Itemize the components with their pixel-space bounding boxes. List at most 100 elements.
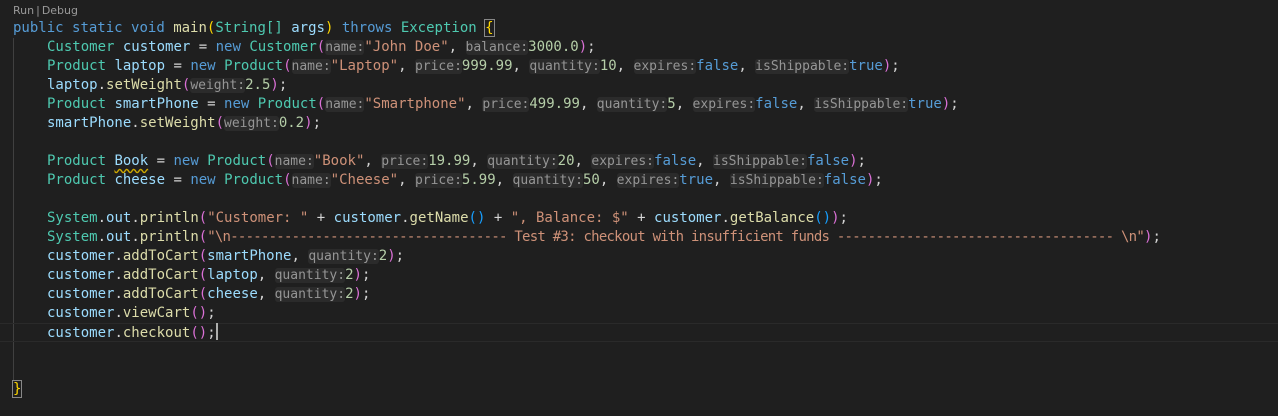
variable: customer: [333, 210, 402, 226]
warning-variable[interactable]: Book: [114, 153, 148, 169]
number-literal: 5: [667, 96, 676, 112]
paren: ): [270, 77, 279, 93]
paren: (: [316, 39, 326, 55]
semicolon: ;: [207, 325, 216, 341]
code-line-15[interactable]: customer.addToCart(cheese, quantity:2);: [47, 285, 370, 304]
number-literal: 5.99: [461, 172, 496, 188]
paren: ): [578, 39, 588, 55]
string-literal: "\n------------------------------------ …: [207, 229, 1145, 245]
dot: .: [97, 210, 107, 226]
method-name: println: [139, 210, 199, 226]
type-name: Product: [207, 153, 267, 169]
code-line-6[interactable]: smartPhone.setWeight(weight:0.2);: [47, 114, 321, 133]
type-name: Customer: [249, 39, 317, 55]
comma: ,: [713, 172, 730, 188]
param-hint: quantity:: [308, 249, 379, 264]
comma: ,: [291, 248, 309, 264]
param-hint: name:: [274, 154, 314, 169]
paren: ): [304, 115, 313, 131]
type-name: String[]: [215, 20, 283, 36]
paren: ): [387, 248, 396, 264]
code-line-20[interactable]: }: [11, 380, 23, 399]
paren: ): [353, 286, 362, 302]
dot: .: [114, 267, 123, 283]
semicolon: ;: [207, 305, 216, 321]
semicolon: ;: [839, 210, 848, 226]
paren: (: [468, 210, 477, 226]
paren: ): [822, 210, 832, 226]
string-literal: "Cheese": [330, 172, 399, 188]
operator: =: [165, 172, 191, 188]
param-hint: name:: [291, 173, 331, 188]
param-hint: isShippable:: [713, 154, 807, 169]
type-name: Product: [47, 172, 107, 188]
keyword: new: [224, 96, 250, 112]
param-hint: quantity:: [596, 97, 668, 112]
code-editor[interactable]: Run | Debug public static void main(String…: [0, 0, 1278, 416]
method-name: checkout: [122, 325, 191, 341]
semicolon: ;: [361, 286, 371, 302]
code-line-12[interactable]: System.out.println("\n------------------…: [47, 228, 1161, 247]
method-name: getName: [409, 210, 469, 226]
paren: (: [198, 286, 208, 302]
method-name: addToCart: [122, 286, 199, 302]
comma: ,: [364, 153, 382, 169]
keyword: new: [190, 58, 216, 74]
variable: smartPhone: [114, 96, 199, 112]
method-name: viewCart: [122, 305, 191, 321]
paren: ): [941, 96, 951, 112]
run-codelens-link[interactable]: Run: [13, 4, 34, 17]
comma: ,: [616, 58, 634, 74]
code-line-9[interactable]: Product cheese = new Product(name:"Chees…: [47, 171, 883, 190]
paren: ): [198, 305, 208, 321]
number-literal: 2: [345, 286, 354, 302]
paren: ): [849, 153, 858, 169]
operator: +: [628, 210, 655, 226]
code-line-16[interactable]: customer.viewCart();: [47, 304, 216, 323]
param-hint: quantity:: [487, 154, 558, 169]
paren: (: [198, 267, 208, 283]
code-line-5[interactable]: Product smartPhone = new Product(name:"S…: [47, 95, 959, 114]
code-line-14[interactable]: customer.addToCart(laptop, quantity:2);: [47, 266, 370, 285]
text-cursor: [215, 323, 218, 340]
variable: smartPhone: [47, 115, 132, 131]
operator: =: [165, 58, 191, 74]
method-name: addToCart: [122, 248, 199, 264]
operator: +: [308, 210, 334, 226]
type-name: Product: [257, 96, 317, 112]
param-hint: price:: [482, 97, 530, 112]
param-hint: name:: [325, 97, 365, 112]
param-name: args: [291, 20, 325, 36]
code-line-13[interactable]: customer.addToCart(smartPhone, quantity:…: [47, 247, 404, 266]
semicolon: ;: [891, 58, 900, 74]
matched-brace: }: [11, 380, 23, 398]
param-hint: price:: [414, 59, 462, 74]
param-hint: quantity:: [274, 268, 346, 283]
keyword: throws: [341, 20, 393, 36]
code-line-2[interactable]: Customer customer = new Customer(name:"J…: [47, 38, 596, 57]
variable: cheese: [114, 172, 166, 188]
semicolon: ;: [587, 39, 596, 55]
number-literal: 19.99: [428, 153, 471, 169]
paren: ): [831, 210, 840, 226]
code-line-1[interactable]: public static void main(String[] args) t…: [13, 19, 495, 38]
comma: ,: [675, 96, 693, 112]
boolean-literal: false: [696, 58, 739, 74]
param-hint: weight:: [224, 116, 279, 131]
debug-codelens-link[interactable]: Debug: [42, 4, 78, 17]
variable: customer: [122, 39, 191, 55]
code-line-17[interactable]: customer.checkout();: [47, 323, 218, 342]
code-line-11[interactable]: System.out.println("Customer: " + custom…: [47, 209, 848, 228]
dot: .: [131, 115, 140, 131]
type-name: System: [47, 210, 98, 226]
paren: (: [266, 153, 275, 169]
variable: customer: [47, 248, 115, 264]
keyword: void: [131, 20, 165, 36]
code-line-4[interactable]: laptop.setWeight(weight:2.5);: [47, 76, 287, 95]
code-line-8[interactable]: Product Book = new Product(name:"Book", …: [47, 152, 866, 171]
code-line-3[interactable]: Product laptop = new Product(name:"Lapto…: [47, 57, 900, 76]
dot: .: [131, 210, 140, 226]
keyword: new: [215, 39, 241, 55]
number-literal: 10: [599, 58, 617, 74]
semicolon: ;: [1152, 229, 1161, 245]
